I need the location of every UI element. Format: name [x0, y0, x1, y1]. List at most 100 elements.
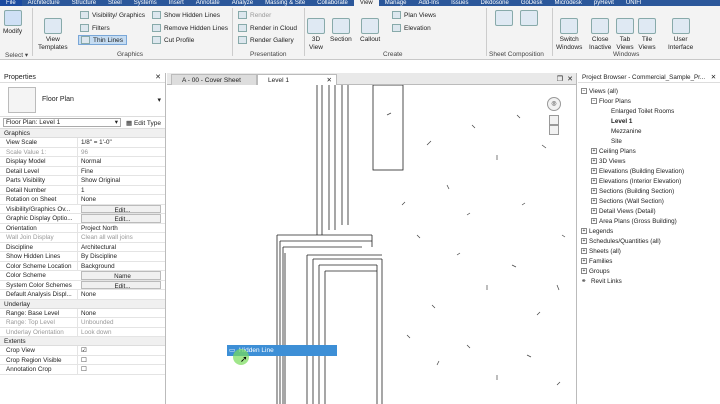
- expand-icon[interactable]: +: [591, 218, 597, 225]
- property-value[interactable]: Project North: [77, 223, 165, 232]
- expand-icon[interactable]: +: [591, 158, 597, 165]
- section-button[interactable]: Section: [330, 18, 352, 44]
- instance-selector[interactable]: Floor Plan: Level 1 ▾: [3, 118, 121, 127]
- browser-item[interactable]: Level 1: [601, 117, 632, 126]
- tile-views-button[interactable]: Tile Views: [638, 18, 656, 52]
- expand-icon[interactable]: +: [581, 238, 587, 245]
- property-value[interactable]: None: [77, 195, 165, 204]
- expand-icon[interactable]: +: [581, 248, 587, 255]
- browser-item[interactable]: + Families: [581, 257, 612, 266]
- property-value[interactable]: None: [77, 290, 165, 299]
- browser-item[interactable]: + Sheets (all): [581, 247, 621, 256]
- steering-wheel-icon[interactable]: ◎: [547, 97, 561, 111]
- elevation-button[interactable]: Elevation: [392, 23, 431, 33]
- filters-button[interactable]: Filters: [80, 23, 110, 33]
- property-group-header[interactable]: Graphics: [0, 129, 165, 138]
- expand-icon[interactable]: +: [591, 178, 597, 185]
- zoom-icon[interactable]: [549, 115, 559, 125]
- close-inactive-button[interactable]: Close Inactive: [589, 18, 611, 52]
- property-value[interactable]: 1/8" = 1'-0": [77, 138, 165, 147]
- modify-button[interactable]: Modify: [3, 10, 22, 36]
- plan-views-button[interactable]: Plan Views: [392, 10, 436, 20]
- browser-item[interactable]: + Groups: [581, 267, 610, 276]
- property-edit-button[interactable]: Name: [81, 271, 161, 280]
- edit-type-button[interactable]: ▦ Edit Type: [126, 119, 161, 127]
- browser-item[interactable]: Mezzanine: [601, 127, 641, 136]
- close-icon[interactable]: ✕: [155, 73, 161, 83]
- property-value[interactable]: Background: [77, 261, 165, 270]
- browser-item[interactable]: Enlarged Toilet Rooms: [601, 107, 674, 116]
- property-edit-button[interactable]: Edit...: [81, 204, 161, 213]
- callout-button[interactable]: Callout: [360, 18, 380, 44]
- browser-item[interactable]: + Sections (Wall Section): [591, 197, 664, 206]
- render-gallery-button[interactable]: Render Gallery: [238, 35, 294, 45]
- property-name: Orientation: [6, 224, 37, 232]
- browser-item[interactable]: + Legends: [581, 227, 613, 236]
- expand-icon[interactable]: +: [591, 148, 597, 155]
- browser-item[interactable]: − Floor Plans: [591, 97, 631, 106]
- cursor-icon: [3, 10, 22, 26]
- type-selector[interactable]: Floor Plan ▾: [0, 83, 165, 117]
- property-group-header[interactable]: Underlay: [0, 299, 165, 309]
- browser-item[interactable]: + Detail Views (Detail): [591, 207, 656, 216]
- cut-profile-button[interactable]: Cut Profile: [152, 35, 194, 45]
- 3d-view-button[interactable]: 3D View: [307, 18, 325, 52]
- expand-icon[interactable]: +: [581, 268, 587, 275]
- browser-item[interactable]: ⚭ Revit Links: [581, 277, 622, 286]
- property-edit-button[interactable]: Edit...: [81, 280, 161, 289]
- show-hidden-lines-button[interactable]: Show Hidden Lines: [152, 10, 220, 20]
- property-value[interactable]: Normal: [77, 157, 165, 166]
- plan-drawing[interactable]: [167, 85, 577, 404]
- browser-item[interactable]: Site: [601, 137, 622, 146]
- remove-hidden-lines-button[interactable]: Remove Hidden Lines: [152, 23, 228, 33]
- render-button[interactable]: Render: [238, 10, 271, 20]
- select-group-label[interactable]: Select ▾: [5, 51, 28, 59]
- switch-windows-button[interactable]: Switch Windows: [556, 18, 582, 52]
- property-value[interactable]: ☐: [77, 365, 165, 374]
- property-edit-button[interactable]: Edit...: [81, 214, 161, 223]
- close-icon[interactable]: ✕: [711, 73, 716, 83]
- browser-item[interactable]: + Elevations (Interior Elevation): [591, 177, 681, 186]
- sheet-button[interactable]: [495, 10, 513, 28]
- property-value[interactable]: By Discipline: [77, 252, 165, 261]
- visibility-graphics-button[interactable]: Visibility/ Graphics: [80, 10, 145, 20]
- expand-icon[interactable]: +: [591, 198, 597, 205]
- property-value[interactable]: ☑: [77, 346, 165, 355]
- expand-icon[interactable]: +: [591, 188, 597, 195]
- browser-item-label: Revit Links: [591, 278, 622, 285]
- title-block-button[interactable]: [520, 10, 538, 28]
- property-value[interactable]: None: [77, 308, 165, 317]
- browser-item[interactable]: + Schedules/Quantities (all): [581, 237, 661, 246]
- browser-item[interactable]: + Sections (Building Section): [591, 187, 674, 196]
- close-icon[interactable]: ✕: [567, 75, 573, 83]
- thin-lines-button[interactable]: Thin Lines: [78, 35, 127, 45]
- property-name: Display Model: [6, 158, 46, 165]
- collapse-icon[interactable]: −: [581, 88, 587, 95]
- expand-icon[interactable]: +: [591, 168, 597, 175]
- tab-level-1[interactable]: Level 1 ✕: [257, 74, 337, 85]
- collapse-icon[interactable]: −: [591, 98, 597, 105]
- expand-icon[interactable]: +: [581, 228, 587, 235]
- tab-cover-sheet[interactable]: A - 00 - Cover Sheet: [171, 74, 257, 85]
- property-value[interactable]: 1: [77, 185, 165, 194]
- browser-item[interactable]: + Ceiling Plans: [591, 147, 636, 156]
- restore-icon[interactable]: ❐: [557, 75, 563, 83]
- expand-icon[interactable]: +: [591, 208, 597, 215]
- expand-icon[interactable]: +: [581, 258, 587, 265]
- drawing-view[interactable]: A - 00 - Cover Sheet Level 1 ✕ ❐ ✕ ◎ ▭ H…: [167, 73, 577, 404]
- property-value[interactable]: ☐: [77, 355, 165, 364]
- browser-item[interactable]: +3D Views: [591, 157, 625, 166]
- property-value[interactable]: Fine: [77, 166, 165, 175]
- property-value[interactable]: Show Original: [77, 176, 165, 185]
- browser-item[interactable]: + Area Plans (Gross Building): [591, 217, 677, 226]
- property-name: Wall Join Display: [6, 234, 54, 241]
- browser-item[interactable]: − Views (all): [581, 87, 618, 96]
- view-templates-button[interactable]: View Templates: [38, 18, 68, 52]
- property-value[interactable]: Architectural: [77, 242, 165, 251]
- property-group-header[interactable]: Extents: [0, 337, 165, 346]
- render-cloud-button[interactable]: Render in Cloud: [238, 23, 297, 33]
- user-interface-button[interactable]: User Interface: [668, 18, 693, 52]
- browser-item[interactable]: + Elevations (Building Elevation): [591, 167, 684, 176]
- zoom-fit-icon[interactable]: [549, 125, 559, 135]
- tab-views-button[interactable]: Tab Views: [616, 18, 634, 52]
